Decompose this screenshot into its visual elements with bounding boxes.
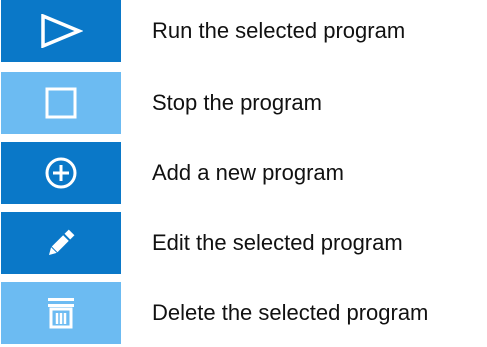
stop-icon bbox=[45, 87, 77, 119]
stop-program-button[interactable] bbox=[1, 72, 121, 134]
delete-program-description: Delete the selected program bbox=[152, 300, 429, 325]
legend-row-edit: Edit the selected program bbox=[0, 212, 487, 274]
legend-row-stop: Stop the program bbox=[0, 72, 487, 134]
trash-icon bbox=[48, 298, 74, 329]
add-circle-icon bbox=[45, 157, 77, 189]
program-controls-legend: Run the selected program Stop the progra… bbox=[0, 0, 487, 347]
stop-program-description: Stop the program bbox=[152, 90, 322, 115]
legend-row-delete: Delete the selected program bbox=[0, 282, 487, 344]
legend-row-run: Run the selected program bbox=[0, 0, 487, 62]
add-program-button[interactable] bbox=[1, 142, 121, 204]
delete-program-button[interactable] bbox=[1, 282, 121, 344]
play-icon bbox=[41, 14, 83, 48]
edit-program-description: Edit the selected program bbox=[152, 230, 403, 255]
edit-program-button[interactable] bbox=[1, 212, 121, 274]
pencil-icon bbox=[48, 229, 75, 256]
add-program-description: Add a new program bbox=[152, 160, 344, 185]
run-program-description: Run the selected program bbox=[152, 18, 406, 43]
legend-row-add: Add a new program bbox=[0, 142, 487, 204]
run-program-button[interactable] bbox=[1, 0, 121, 62]
